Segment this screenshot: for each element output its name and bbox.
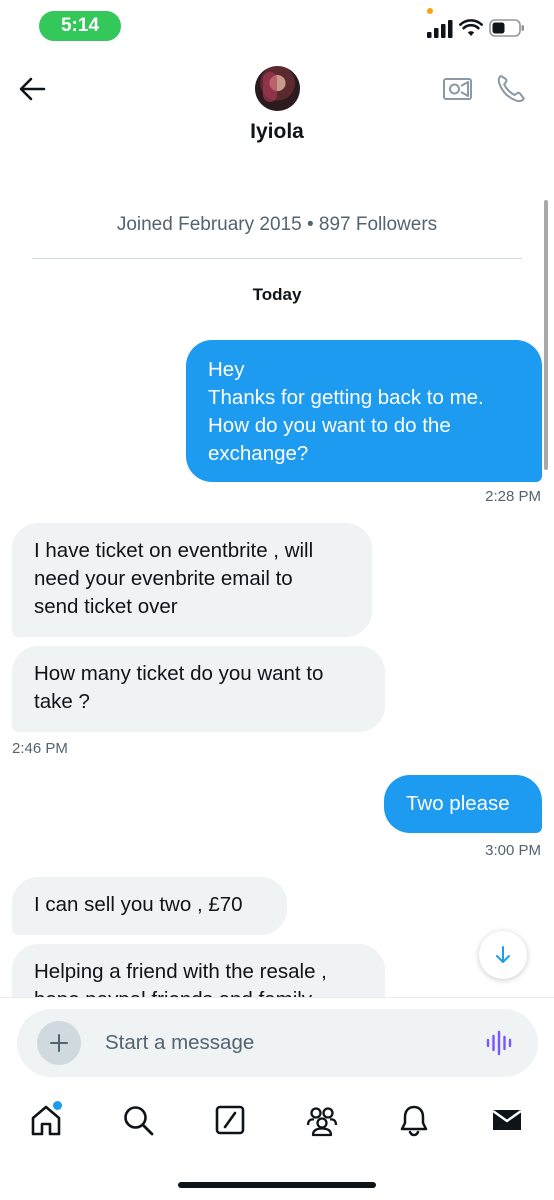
- profile-joined-followers: Joined February 2015 • 897 Followers: [116, 214, 438, 235]
- message-line: Hey: [208, 358, 245, 381]
- battery-icon: [489, 19, 524, 37]
- status-bar: 5:14: [0, 0, 554, 52]
- privacy-indicator-dot: [427, 8, 433, 14]
- date-separator: Today: [252, 285, 302, 304]
- notifications-icon[interactable]: [397, 1103, 431, 1137]
- message-line: take ?: [34, 690, 90, 713]
- arrow-down-icon: [496, 946, 510, 963]
- voice-message-icon[interactable]: [485, 1030, 515, 1056]
- status-time: 5:14: [39, 11, 121, 41]
- scrollbar[interactable]: [544, 200, 548, 470]
- composer-divider: [0, 997, 554, 998]
- message-line: Two please: [406, 792, 510, 815]
- avatar-highlight: [263, 72, 277, 102]
- message-line: Thanks for getting back to me.: [208, 386, 484, 409]
- wifi-icon: [459, 19, 483, 36]
- message-timestamp: 2:28 PM: [485, 488, 541, 505]
- signal-icon: [427, 20, 453, 38]
- search-icon[interactable]: [121, 1103, 155, 1137]
- message-input[interactable]: Start a message: [105, 1031, 254, 1055]
- add-media-button[interactable]: [37, 1021, 81, 1065]
- avatar[interactable]: [255, 66, 300, 111]
- conversation-header: Iyiola: [0, 52, 554, 162]
- message-timestamp: 3:00 PM: [485, 842, 541, 859]
- message-bubble-outgoing[interactable]: Two please: [384, 775, 542, 833]
- home-notification-dot: [53, 1101, 62, 1110]
- video-call-icon[interactable]: [442, 74, 474, 102]
- message-line: How many ticket do you want to: [34, 662, 324, 685]
- communities-icon[interactable]: [305, 1103, 339, 1137]
- contact-name[interactable]: Iyiola: [0, 120, 554, 144]
- message-bubble-incoming[interactable]: How many ticket do you want to take ?: [12, 646, 385, 732]
- grok-icon[interactable]: [213, 1103, 247, 1137]
- back-arrow-icon[interactable]: [16, 74, 50, 104]
- divider: [32, 258, 522, 259]
- home-indicator[interactable]: [178, 1182, 376, 1188]
- message-timestamp: 2:46 PM: [12, 740, 68, 757]
- message-bubble-incoming[interactable]: I have ticket on eventbrite , will need …: [12, 523, 372, 637]
- messages-icon[interactable]: [490, 1103, 524, 1137]
- message-bubble-outgoing[interactable]: Hey Thanks for getting back to me. How d…: [186, 340, 542, 482]
- message-line: I have ticket on eventbrite , will: [34, 539, 314, 562]
- scroll-to-bottom-button[interactable]: [479, 931, 527, 979]
- phone-call-icon[interactable]: [496, 72, 526, 104]
- message-line: send ticket over: [34, 595, 178, 618]
- message-line: I can sell you two , £70: [34, 893, 243, 916]
- message-line: How do you want to do the: [208, 414, 451, 437]
- plus-icon: [50, 1034, 68, 1052]
- message-line: Helping a friend with the resale ,: [34, 960, 327, 983]
- message-line: need your evenbrite email to: [34, 567, 293, 590]
- message-composer[interactable]: Start a message: [17, 1009, 538, 1077]
- message-line: exchange?: [208, 442, 309, 465]
- message-bubble-incoming[interactable]: I can sell you two , £70: [12, 877, 287, 935]
